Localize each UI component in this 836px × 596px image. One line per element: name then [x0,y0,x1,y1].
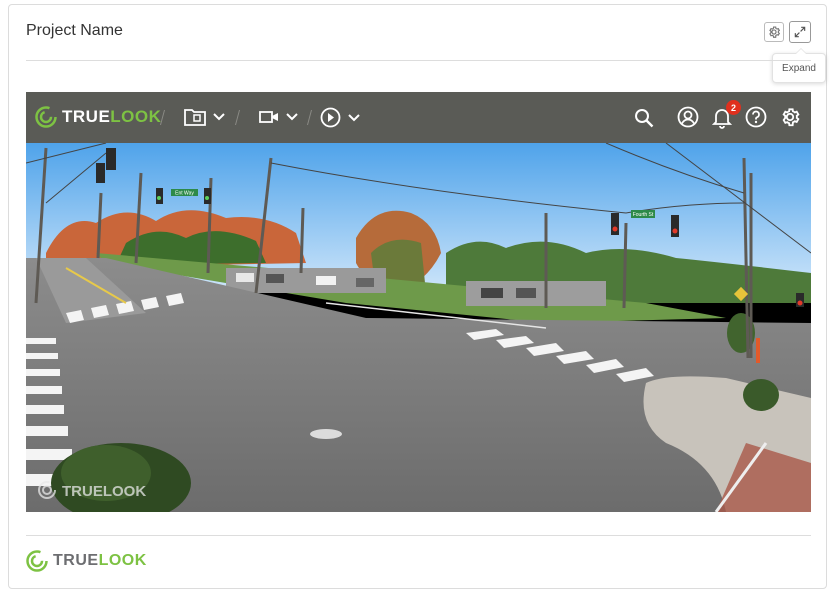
truelook-logo: TRUE LOOK [35,106,161,128]
settings-button[interactable] [764,22,784,42]
brand-true-text: TRUE [62,107,111,126]
footer-brand-true-text: TRUE [53,552,99,569]
help-button[interactable] [745,106,767,128]
search-icon [635,109,654,128]
truelook-logo-icon [26,550,48,572]
street-sign-text: Fourth St [633,212,654,218]
truelook-logo-icon [35,106,57,128]
street-sign-text: Ent Way [175,191,194,197]
brand-look-text: LOOK [110,107,162,126]
help-icon [745,106,767,128]
camera-viewer: TRUE LOOK 2 Ent Way Fourth St TRUELOOK [26,92,811,512]
settings-menu-button[interactable] [779,106,801,128]
search-button[interactable] [634,108,654,128]
footer-truelook-logo: TRUE LOOK [26,550,147,572]
camera-menu[interactable] [259,109,299,125]
watermark-text: TRUELOOK [62,483,146,500]
gear-icon [769,26,781,38]
play-circle-icon [320,107,341,128]
expand-button[interactable] [789,21,811,43]
chevron-down-icon [348,113,360,121]
camera-card: Project Name Expand TRUE LOOK 2 Ent Way … [8,4,827,589]
project-folder-menu[interactable] [184,107,226,127]
toolbar-separator [234,110,241,125]
folder-icon [184,109,206,126]
chevron-down-icon [213,113,225,121]
user-circle-icon [677,106,699,128]
video-camera-icon [259,111,278,123]
gear-icon [782,108,800,127]
footer-divider [26,535,811,536]
expand-tooltip: Expand [772,48,826,83]
viewer-toolbar: TRUE LOOK 2 [26,92,811,143]
footer-brand-look-text: LOOK [98,552,147,569]
expand-icon [794,26,806,38]
playback-menu[interactable] [320,107,361,128]
account-button[interactable] [677,106,699,128]
chevron-down-icon [286,113,298,121]
notification-count-badge: 2 [726,100,741,115]
toolbar-separator [306,110,313,125]
card-title: Project Name [26,22,123,39]
camera-feed-image[interactable]: Ent Way Fourth St TRUELOOK [26,143,811,512]
header-divider [26,60,811,61]
